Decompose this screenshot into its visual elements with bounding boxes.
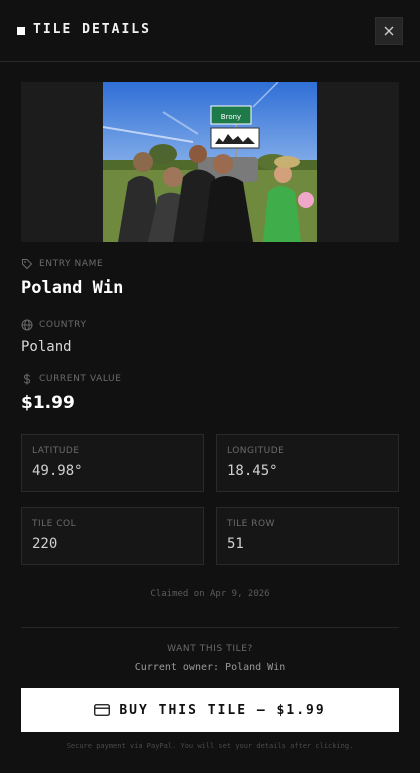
tag-icon xyxy=(21,258,33,270)
tile-photo: Brony xyxy=(103,82,317,242)
tile-col-label: TILE COL xyxy=(32,519,77,529)
country-label-text: COUNTRY xyxy=(39,320,87,330)
claimed-date: Claimed on Apr 9, 2026 xyxy=(150,589,270,599)
tile-row-label: TILE ROW xyxy=(227,519,275,529)
country-value: Poland xyxy=(21,339,72,355)
tile-row-card: TILE ROW 51 xyxy=(216,507,399,565)
secure-payment-note: Secure payment via PayPal. You will set … xyxy=(66,742,354,750)
current-value-amount: $1.99 xyxy=(21,393,75,413)
buy-button-label: BUY THIS TILE — $1.99 xyxy=(119,702,326,718)
modal-header: TILE DETAILS xyxy=(0,0,420,62)
country-label: COUNTRY xyxy=(21,319,87,331)
latitude-card: LATITUDE 49.98° xyxy=(21,434,204,492)
latitude-value: 49.98° xyxy=(32,463,83,479)
close-button[interactable] xyxy=(375,17,403,45)
longitude-value: 18.45° xyxy=(227,463,278,479)
close-icon xyxy=(384,26,394,36)
header-square-icon xyxy=(17,27,25,35)
tile-image-frame: Brony xyxy=(21,82,399,242)
longitude-card: LONGITUDE 18.45° xyxy=(216,434,399,492)
entry-name-label-text: ENTRY NAME xyxy=(39,259,104,269)
globe-icon xyxy=(21,319,33,331)
current-owner: Current owner: Poland Win xyxy=(134,662,286,673)
buy-tile-button[interactable]: BUY THIS TILE — $1.99 xyxy=(21,688,399,732)
tile-col-card: TILE COL 220 xyxy=(21,507,204,565)
tile-row-value: 51 xyxy=(227,536,244,552)
current-value-label-text: CURRENT VALUE xyxy=(39,374,122,384)
current-value-label: CURRENT VALUE xyxy=(21,373,122,385)
credit-card-icon xyxy=(94,704,111,716)
want-tile-heading: WANT THIS TILE? xyxy=(167,644,253,654)
modal-title: TILE DETAILS xyxy=(33,22,151,37)
sign-text: Brony xyxy=(221,113,241,121)
tile-col-value: 220 xyxy=(32,536,58,552)
divider xyxy=(21,627,399,628)
longitude-label: LONGITUDE xyxy=(227,446,285,456)
dollar-icon xyxy=(21,373,33,385)
latitude-label: LATITUDE xyxy=(32,446,80,456)
entry-name-label: ENTRY NAME xyxy=(21,258,103,270)
entry-name-value: Poland Win xyxy=(21,278,124,298)
